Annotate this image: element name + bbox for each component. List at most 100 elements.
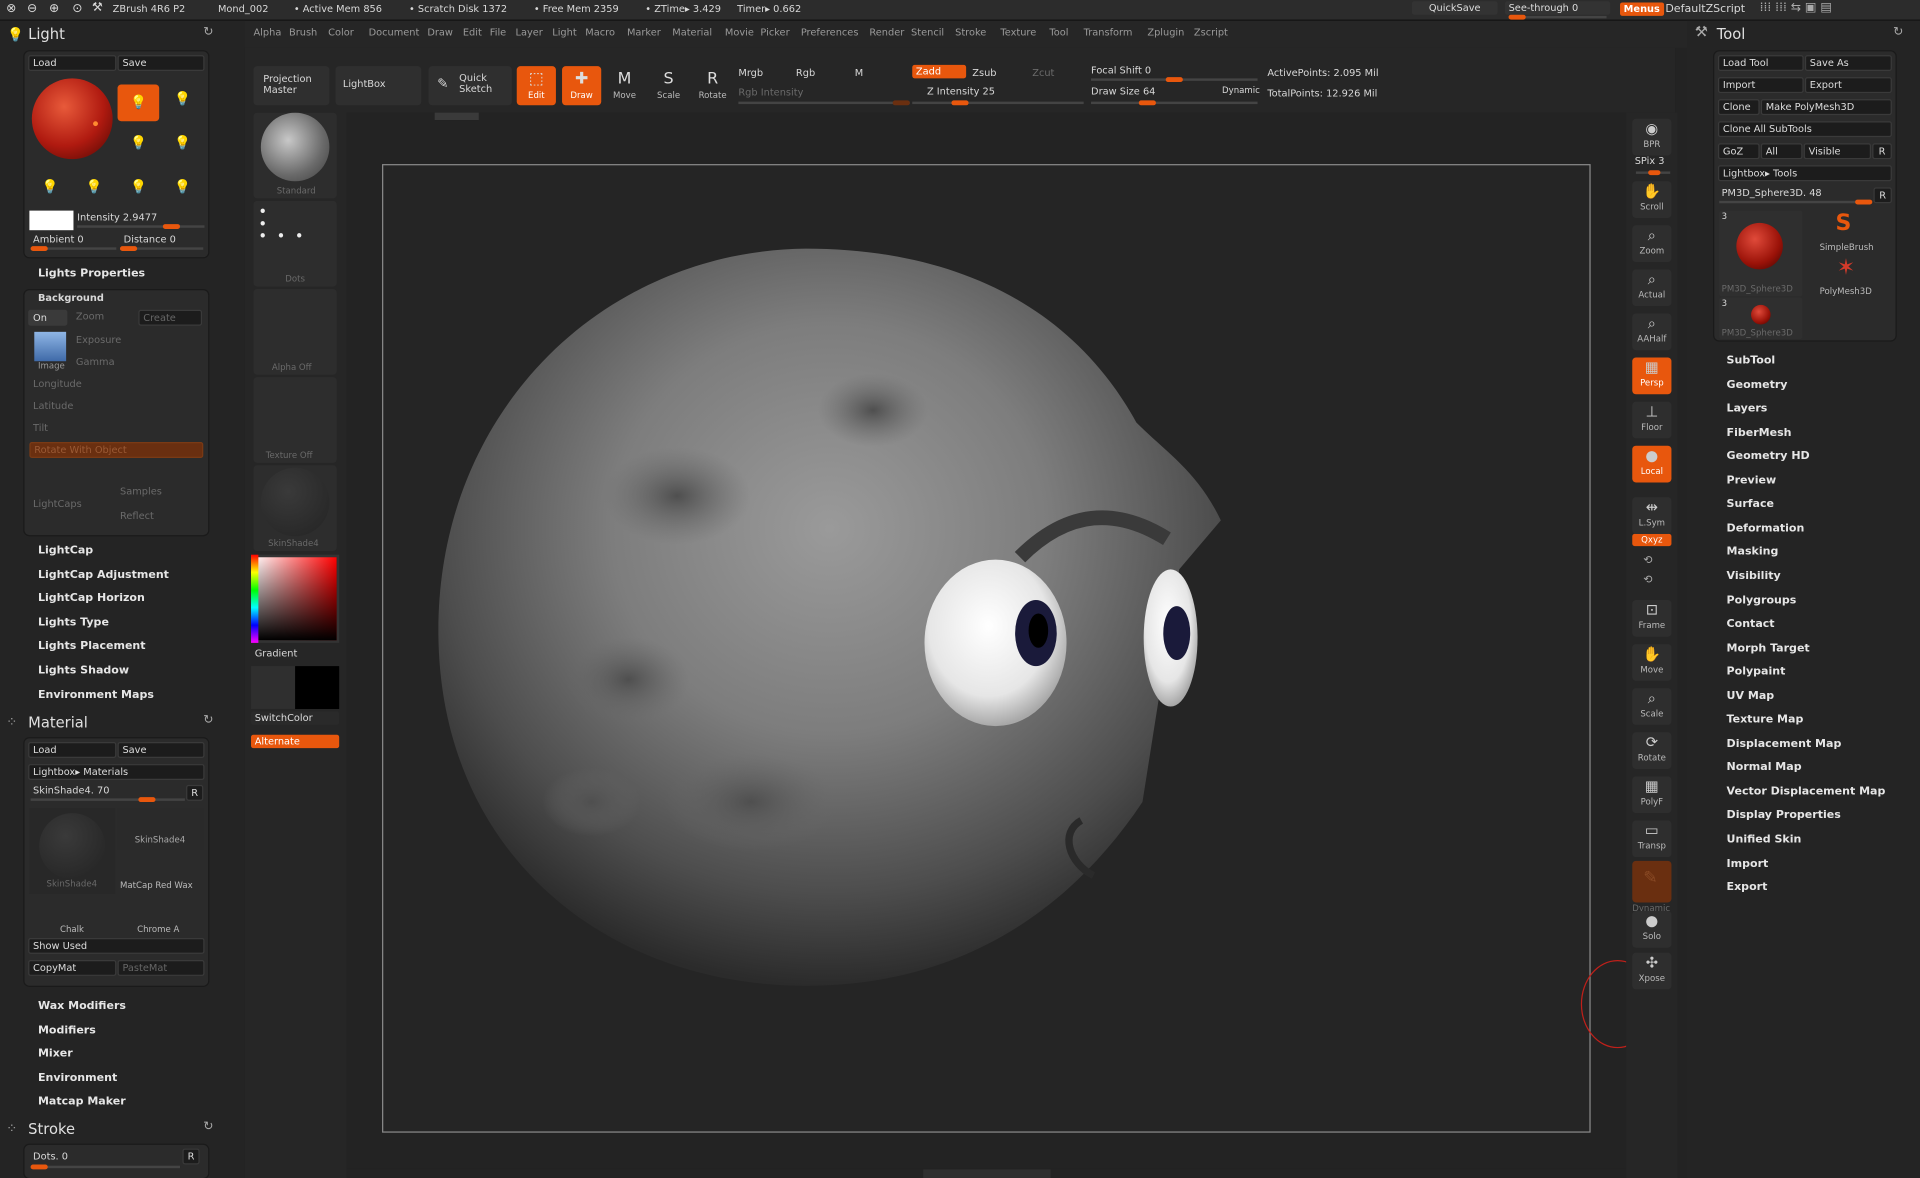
menu-material[interactable]: Material bbox=[672, 27, 712, 38]
light-position-dot[interactable] bbox=[93, 121, 98, 127]
alpha-button[interactable]: Alpha Off bbox=[253, 288, 337, 375]
stroke-refresh-icon[interactable]: ↻ bbox=[203, 1120, 213, 1133]
shelf-polyf-button[interactable]: ▦ PolyF bbox=[1632, 776, 1672, 814]
light-7-bulb-icon[interactable]: 💡 bbox=[127, 176, 149, 198]
bg-tilt-label[interactable]: Tilt bbox=[33, 422, 48, 433]
move-button[interactable]: M Move bbox=[605, 66, 644, 105]
material-save-button[interactable]: Save bbox=[117, 742, 205, 758]
tool-submenu-item[interactable]: Unified Skin bbox=[1727, 834, 1802, 846]
zadd-button[interactable]: Zadd bbox=[912, 64, 967, 79]
light-submenu-item[interactable]: LightCap Adjustment bbox=[38, 569, 169, 581]
material-load-button[interactable]: Load bbox=[28, 742, 117, 758]
light-submenu-item[interactable]: Lights Placement bbox=[38, 641, 146, 653]
background-on-button[interactable]: On bbox=[28, 309, 68, 326]
alternate-button[interactable]: Alternate bbox=[251, 734, 340, 749]
shelf-lsym-button[interactable]: ⇹ L.Sym bbox=[1632, 497, 1672, 534]
focal-shift-label[interactable]: Focal Shift 0 bbox=[1091, 65, 1151, 76]
tool-submenu-item[interactable]: Geometry HD bbox=[1727, 451, 1810, 463]
dynamic-toggle[interactable]: Dynamic bbox=[1222, 86, 1260, 96]
tool-submenu-item[interactable]: Polygroups bbox=[1727, 594, 1797, 606]
see-through-slider[interactable]: See-through 0 bbox=[1504, 1, 1611, 15]
lightcaps-label[interactable]: LightCaps bbox=[33, 498, 82, 509]
export-button[interactable]: Export bbox=[1804, 77, 1892, 94]
menu-zplugin[interactable]: Zplugin bbox=[1147, 27, 1184, 38]
shelf-zoom-button[interactable]: ⌕ Zoom bbox=[1632, 225, 1672, 263]
copymat-button[interactable]: CopyMat bbox=[28, 960, 117, 976]
hue-strip[interactable] bbox=[251, 554, 259, 643]
light-sphere-preview[interactable] bbox=[31, 78, 113, 160]
tool-submenu-item[interactable]: Deformation bbox=[1727, 523, 1805, 535]
material-submenu-item[interactable]: Wax Modifiers bbox=[38, 1000, 126, 1012]
tool-submenu-item[interactable]: Vector Displacement Map bbox=[1727, 786, 1886, 798]
brush-standard-button[interactable]: Standard bbox=[253, 112, 337, 199]
menu-texture[interactable]: Texture bbox=[1000, 27, 1036, 38]
dynamic-persp-button[interactable]: ✎ bbox=[1632, 860, 1672, 903]
switchcolor-button[interactable]: SwitchColor bbox=[251, 711, 340, 725]
reflect-label[interactable]: Reflect bbox=[120, 511, 154, 522]
bg-gamma-label[interactable]: Gamma bbox=[76, 356, 115, 367]
shelf-local-button[interactable]: ● Local bbox=[1632, 445, 1672, 483]
shelf-frame-button[interactable]: ⊡ Frame bbox=[1632, 600, 1672, 637]
menu-document[interactable]: Document bbox=[369, 27, 420, 38]
menu-file[interactable]: File bbox=[490, 27, 506, 38]
tool-submenu-item[interactable]: Display Properties bbox=[1727, 810, 1841, 822]
default-script[interactable]: DefaultZScript bbox=[1665, 4, 1745, 16]
material-thumb-4-label[interactable]: Chalk bbox=[60, 924, 84, 934]
tool-submenu-item[interactable]: Normal Map bbox=[1727, 762, 1802, 774]
goz-r-button[interactable]: R bbox=[1872, 143, 1892, 160]
tool-submenu-item[interactable]: Visibility bbox=[1727, 571, 1781, 583]
show-used-button[interactable]: Show Used bbox=[28, 937, 205, 954]
color-picker[interactable] bbox=[251, 554, 340, 643]
ambient-label[interactable]: Ambient 0 bbox=[33, 234, 84, 245]
tool-thumb-sphere[interactable]: 3 PM3D_Sphere3D bbox=[1719, 210, 1803, 297]
shelf-scale-button[interactable]: ⌕ Scale bbox=[1632, 688, 1672, 725]
distance-label[interactable]: Distance 0 bbox=[124, 234, 176, 245]
menu-edit[interactable]: Edit bbox=[463, 27, 482, 38]
spix-label[interactable]: SPix 3 bbox=[1635, 156, 1665, 167]
secondary-color-swatch[interactable] bbox=[295, 666, 340, 709]
shelf-rotate-button[interactable]: ⟳ Rotate bbox=[1632, 732, 1672, 769]
dots-slider[interactable] bbox=[30, 1164, 181, 1170]
edit-button[interactable]: ⬚ Edit bbox=[516, 66, 556, 106]
goz-button[interactable]: GoZ bbox=[1717, 143, 1760, 160]
material-submenu-item[interactable]: Environment bbox=[38, 1072, 117, 1084]
bg-image-thumb[interactable] bbox=[34, 331, 67, 362]
tool-r-button[interactable]: R bbox=[1873, 187, 1892, 204]
light-save-button[interactable]: Save bbox=[117, 55, 205, 72]
light-title[interactable]: Light bbox=[28, 26, 65, 43]
tool-submenu-item[interactable]: Import bbox=[1727, 858, 1769, 870]
stroke-reset-button[interactable]: R bbox=[182, 1148, 200, 1165]
tool-submenu-item[interactable]: Surface bbox=[1727, 499, 1774, 511]
tool-submenu-item[interactable]: Export bbox=[1727, 882, 1768, 894]
maximize-icon[interactable]: ⊕ bbox=[49, 2, 59, 15]
shelf-persp-button[interactable]: ▦ Persp bbox=[1632, 357, 1672, 395]
bg-longitude-label[interactable]: Longitude bbox=[33, 378, 82, 389]
shelf-actual-button[interactable]: ⌕ Actual bbox=[1632, 269, 1672, 307]
bg-exposure-label[interactable]: Exposure bbox=[76, 334, 121, 345]
bottom-tray-handle[interactable] bbox=[923, 1169, 1051, 1178]
tool-title[interactable]: Tool bbox=[1717, 26, 1746, 43]
light-1-bulb-icon[interactable]: 💡 bbox=[117, 84, 160, 122]
refresh-icon[interactable]: ↻ bbox=[203, 26, 213, 39]
tool-submenu-item[interactable]: Texture Map bbox=[1727, 714, 1804, 726]
menus-button[interactable]: Menus bbox=[1620, 2, 1664, 16]
projection-master-button[interactable]: Projection Master bbox=[253, 66, 330, 106]
document-canvas[interactable] bbox=[382, 164, 1591, 1133]
menu-macro[interactable]: Macro bbox=[585, 27, 615, 38]
menu-transform[interactable]: Transform bbox=[1084, 27, 1133, 38]
m-button[interactable]: M bbox=[855, 67, 863, 78]
canvas-area[interactable] bbox=[346, 112, 1655, 1169]
quicksave-button[interactable]: QuickSave bbox=[1411, 1, 1498, 15]
menu-movie[interactable]: Movie bbox=[725, 27, 754, 38]
tool-submenu-item[interactable]: UV Map bbox=[1727, 690, 1775, 702]
light-3-bulb-icon[interactable]: 💡 bbox=[127, 132, 149, 154]
zcut-button[interactable]: Zcut bbox=[1032, 67, 1054, 78]
tool-thumb-polymesh[interactable]: ✶ PolyMesh3D bbox=[1805, 255, 1891, 298]
tool-submenu-item[interactable]: FiberMesh bbox=[1727, 427, 1792, 439]
zsub-button[interactable]: Zsub bbox=[972, 67, 996, 78]
bg-zoom-label[interactable]: Zoom bbox=[76, 311, 104, 322]
rotate-y-icon[interactable]: ⟲ bbox=[1643, 555, 1652, 567]
draw-size-label[interactable]: Draw Size 64 bbox=[1091, 86, 1155, 97]
light-color-swatch[interactable] bbox=[29, 210, 74, 231]
menu-layer[interactable]: Layer bbox=[516, 27, 543, 38]
